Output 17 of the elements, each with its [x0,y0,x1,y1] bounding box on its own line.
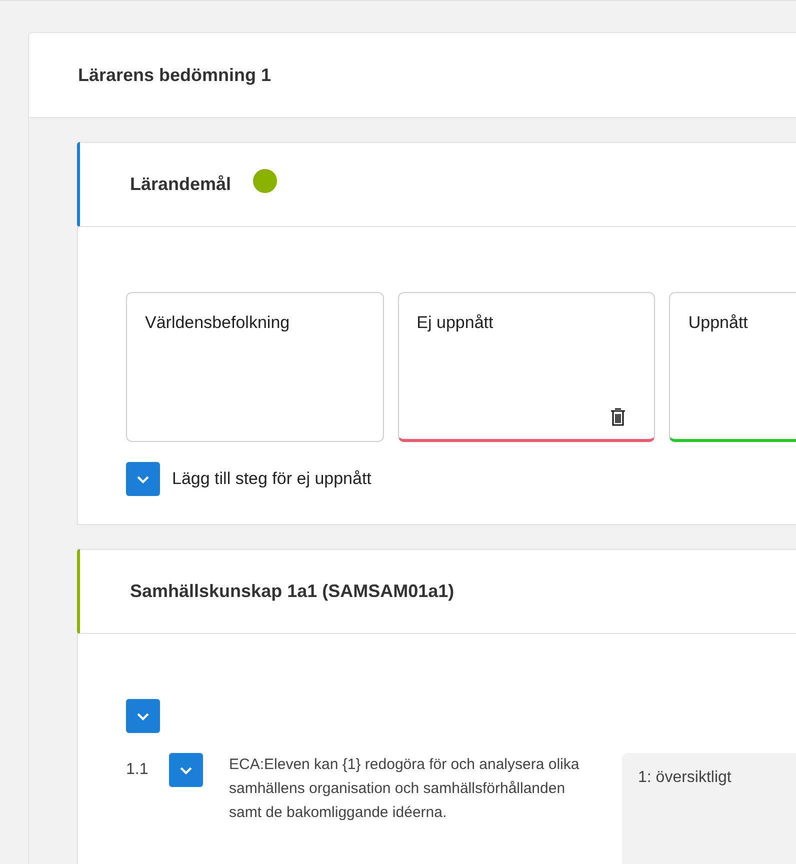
course-title: Samhällskunskap 1a1 (SAMSAM01a1) [130,580,454,602]
level-card[interactable]: Världensbefolkning [126,292,384,442]
level-label: Uppnått [688,313,748,332]
level-label: Världensbefolkning [145,313,290,332]
criterion-text: ECA:Eleven kan {1} redogöra för och analysera olika samhällens organisation och samhällsförhållanden samt de bakomliggande idéerna. [229,755,580,823]
assessment-title: Lärarens bedömning 1 [78,64,272,86]
level-option[interactable]: 1: översiktligt [622,753,796,864]
level-card[interactable]: Ej uppnått [398,292,656,442]
checkbox[interactable] [126,699,160,733]
checkbox[interactable] [169,753,203,787]
checkbox-label: Lägg till steg för ej uppnått [172,469,372,489]
checkbox[interactable] [126,462,160,496]
trash-icon[interactable] [610,407,626,427]
goals-title: Lärandemål [130,174,232,194]
criterion-number: 1.1 [126,760,150,779]
level-card[interactable]: Uppnått [669,292,796,442]
level-label: Ej uppnått [416,313,494,332]
